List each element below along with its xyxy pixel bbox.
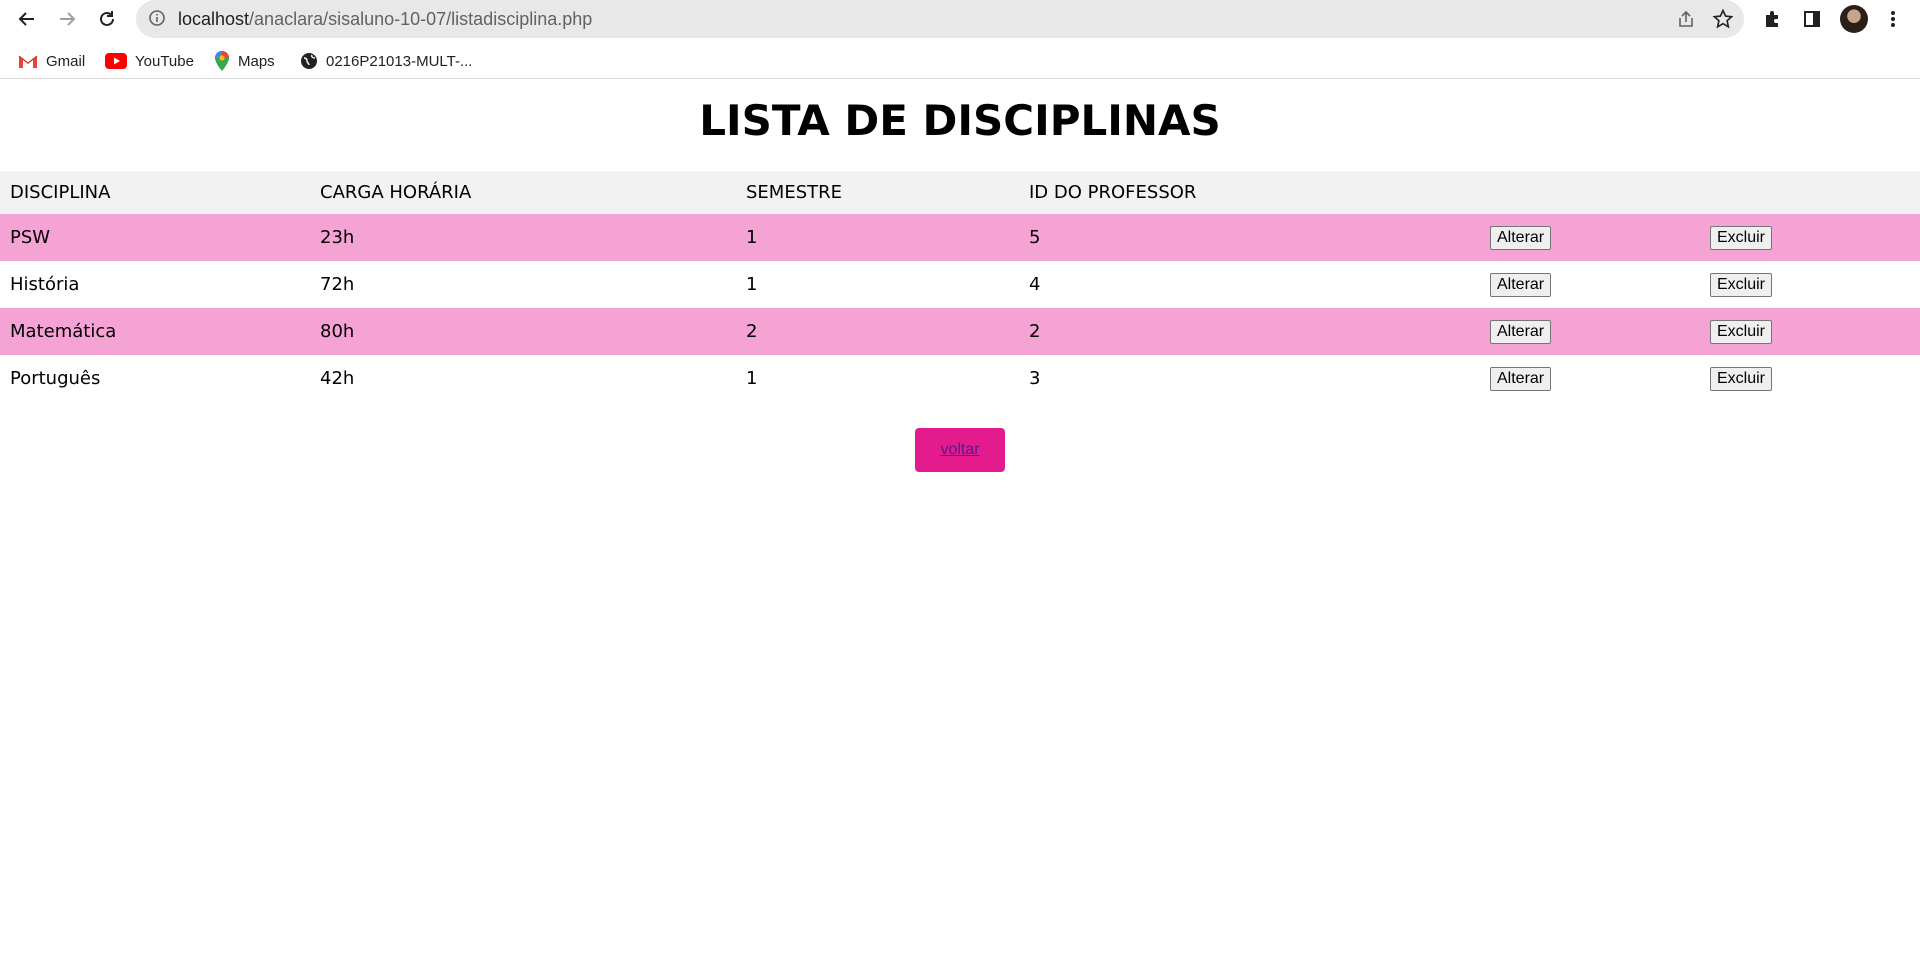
address-bar[interactable]: localhost/anaclara/sisaluno-10-07/listad… [136,0,1744,38]
cell-alterar: Alterar [1480,355,1700,402]
excluir-button[interactable]: Excluir [1710,319,1773,344]
excluir-button[interactable]: Excluir [1710,366,1773,391]
cell-carga-horaria: 72h [320,274,355,295]
share-icon[interactable] [1676,9,1696,34]
bookmarks-bar: Gmail YouTube Maps 0216P21013-MULT-... [0,44,1920,79]
cell-carga-horaria: 23h [310,214,736,261]
table-row: História 72h 1 4 Alterar Excluir [0,261,1920,308]
bookmark-label: Gmail [46,52,86,70]
header-id-professor: ID DO PROFESSOR [1019,171,1480,214]
arrow-right-icon [60,12,76,26]
header-alterar [1480,171,1700,214]
cell-semestre: 1 [746,368,758,389]
arrow-left-icon [18,12,34,26]
bookmark-mult[interactable]: 0216P21013-MULT-... [300,50,472,72]
site-info-icon[interactable] [148,9,166,32]
cell-alterar: Alterar [1480,214,1700,261]
url-host: localhost [178,9,250,29]
youtube-icon [105,53,127,69]
profile-avatar[interactable] [1840,5,1868,33]
cell-id-professor: 3 [1029,368,1041,389]
cell-excluir: Excluir [1700,261,1920,308]
page-title: LISTA DE DISCIPLINAS [699,96,1221,145]
url-path: /anaclara/sisaluno-10-07/listadisciplina… [249,9,593,29]
disciplinas-table: DISCIPLINA CARGA HORÁRIA SEMESTRE ID DO … [0,171,1920,402]
header-excluir [1700,171,1920,214]
cell-semestre: 2 [736,308,1019,355]
bookmark-star-icon[interactable] [1712,8,1734,35]
table-row: PSW 23h 1 5 Alterar Excluir [0,214,1920,261]
table-row: Matemática 80h 2 2 Alterar Excluir [0,308,1920,355]
voltar-button[interactable]: voltar [915,428,1005,472]
cell-id-professor: 2 [1019,308,1480,355]
bookmark-youtube[interactable]: YouTube [105,50,194,72]
side-panel-icon[interactable] [1799,6,1825,32]
forward-button[interactable] [51,4,83,34]
reload-button[interactable] [91,4,123,34]
alterar-button[interactable]: Alterar [1490,225,1552,250]
cell-alterar: Alterar [1480,308,1700,355]
excluir-button[interactable]: Excluir [1710,225,1773,250]
browser-toolbar: localhost/anaclara/sisaluno-10-07/listad… [0,0,1920,38]
bookmark-label: 0216P21013-MULT-... [326,52,473,70]
cell-excluir: Excluir [1700,214,1920,261]
cell-id-professor: 5 [1019,214,1480,261]
cell-disciplina: História [10,274,80,295]
excluir-button[interactable]: Excluir [1710,272,1773,297]
cell-disciplina: PSW [0,214,310,261]
cell-semestre: 1 [746,274,758,295]
back-button[interactable] [11,4,43,34]
bookmark-label: YouTube [135,52,194,70]
cell-disciplina: Português [10,368,101,389]
cell-disciplina: Matemática [0,308,310,355]
table-row: Português 42h 1 3 Alterar Excluir [0,355,1920,402]
header-semestre: SEMESTRE [736,171,1019,214]
gmail-icon [18,55,38,68]
voltar-link[interactable]: voltar [940,441,979,459]
alterar-button[interactable]: Alterar [1490,366,1552,391]
menu-kebab-icon[interactable] [1880,6,1906,32]
bookmark-maps[interactable]: Maps [214,50,275,72]
extensions-icon[interactable] [1759,6,1785,32]
bookmark-gmail[interactable]: Gmail [18,50,85,72]
cell-excluir: Excluir [1700,355,1920,402]
maps-icon [215,51,229,71]
cell-carga-horaria: 42h [320,368,355,389]
bookmark-label: Maps [238,52,275,70]
cell-alterar: Alterar [1480,261,1700,308]
globe-icon [301,53,317,69]
cell-carga-horaria: 80h [310,308,736,355]
cell-semestre: 1 [736,214,1019,261]
alterar-button[interactable]: Alterar [1490,319,1552,344]
cell-excluir: Excluir [1700,308,1920,355]
header-carga-horaria: CARGA HORÁRIA [310,171,736,214]
reload-icon [100,11,114,26]
alterar-button[interactable]: Alterar [1490,272,1552,297]
table-header-row: DISCIPLINA CARGA HORÁRIA SEMESTRE ID DO … [0,171,1920,214]
header-disciplina: DISCIPLINA [0,171,310,214]
url-text[interactable]: localhost/anaclara/sisaluno-10-07/listad… [178,9,592,30]
cell-id-professor: 4 [1029,274,1041,295]
